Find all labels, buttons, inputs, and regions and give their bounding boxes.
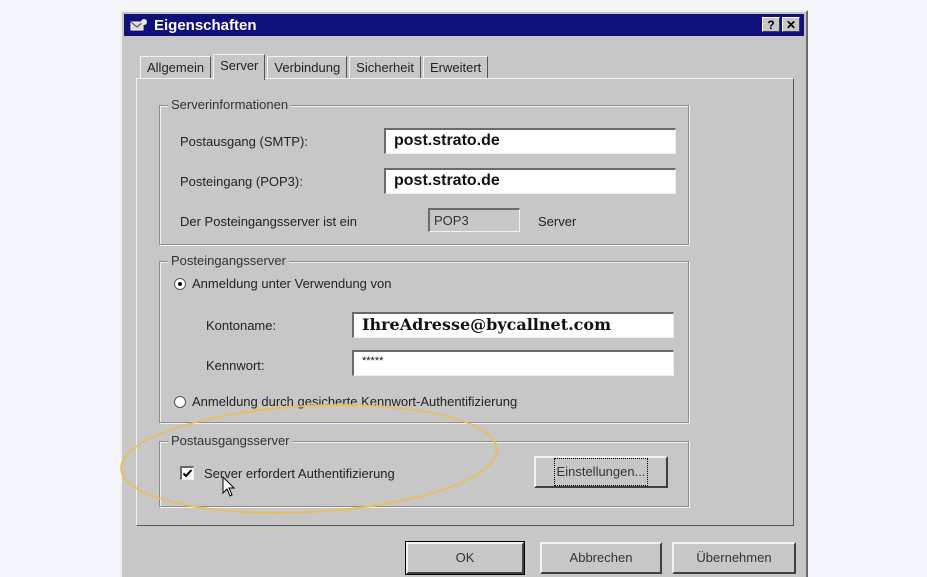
server-type-field: POP3 bbox=[428, 208, 520, 232]
apply-button[interactable]: Übernehmen bbox=[672, 542, 796, 574]
account-label: Kontoname: bbox=[206, 318, 277, 333]
password-input[interactable]: ***** bbox=[352, 350, 674, 376]
account-input[interactable]: IhreAdresse@bycallnet.com bbox=[352, 312, 674, 338]
server-type-suffix: Server bbox=[538, 214, 577, 229]
tab-server[interactable]: Server bbox=[213, 54, 266, 80]
tab-sicherheit[interactable]: Sicherheit bbox=[349, 56, 421, 79]
mail-account-icon bbox=[130, 18, 148, 32]
radio-spa[interactable] bbox=[174, 396, 186, 408]
title-bar[interactable]: Eigenschaften ? ✕ bbox=[124, 14, 804, 36]
settings-button-label: Einstellungen... bbox=[553, 458, 649, 486]
password-label: Kennwort: bbox=[206, 358, 265, 373]
window-title: Eigenschaften bbox=[154, 16, 257, 34]
incoming-legend: Posteingangsserver bbox=[168, 253, 289, 268]
tab-strip: Allgemein Server Verbindung Sicherheit E… bbox=[140, 54, 490, 80]
radio-login-label[interactable]: Anmeldung unter Verwendung von bbox=[192, 276, 391, 291]
serverinfo-legend: Serverinformationen bbox=[168, 97, 292, 112]
ok-button[interactable]: OK bbox=[405, 541, 525, 575]
server-type-label: Der Posteingangsserver ist ein bbox=[180, 214, 358, 229]
close-button[interactable]: ✕ bbox=[782, 17, 800, 32]
tab-allgemein[interactable]: Allgemein bbox=[140, 56, 212, 79]
incoming-group: Posteingangsserver Anmeldung unter Verwe… bbox=[159, 253, 689, 423]
tab-verbindung[interactable]: Verbindung bbox=[267, 56, 348, 79]
serverinfo-group: Serverinformationen Postausgang (SMTP): … bbox=[159, 97, 689, 245]
pop3-input[interactable]: post.strato.de bbox=[384, 168, 676, 194]
tab-erweitert[interactable]: Erweitert bbox=[422, 56, 489, 79]
settings-button[interactable]: Einstellungen... bbox=[534, 456, 668, 488]
radio-login-with-account[interactable] bbox=[174, 278, 186, 290]
mouse-cursor-icon bbox=[222, 475, 236, 503]
pop3-label: Posteingang (POP3): bbox=[180, 174, 303, 189]
help-button[interactable]: ? bbox=[762, 17, 780, 32]
smtp-input[interactable]: post.strato.de bbox=[384, 128, 676, 154]
smtp-label: Postausgang (SMTP): bbox=[180, 134, 308, 149]
cancel-button[interactable]: Abbrechen bbox=[540, 542, 662, 574]
